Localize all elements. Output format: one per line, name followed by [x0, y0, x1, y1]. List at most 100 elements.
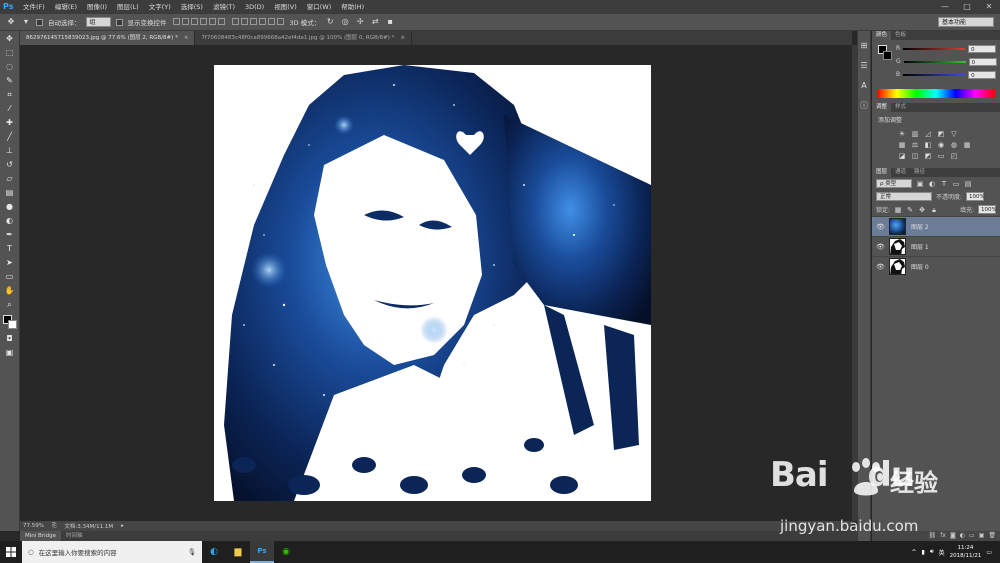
canvas-area[interactable]: [20, 45, 852, 521]
red-slider[interactable]: [903, 47, 966, 50]
microphone-icon[interactable]: 🎙︎: [188, 548, 196, 556]
document-canvas[interactable]: [214, 65, 651, 501]
menu-select[interactable]: 选择(S): [176, 0, 208, 14]
tab-layers[interactable]: 图层: [872, 168, 892, 177]
green-slider[interactable]: [903, 60, 966, 63]
tab-paths[interactable]: 路径: [910, 168, 929, 177]
menu-window[interactable]: 窗口(W): [302, 0, 337, 14]
status-menu-arrow-icon[interactable]: ▸: [121, 523, 124, 529]
volume-icon[interactable]: 🔊︎: [930, 548, 934, 556]
brightness-icon[interactable]: ☀: [898, 130, 906, 138]
blend-mode-dropdown[interactable]: 正常: [876, 192, 932, 201]
align-hcenter-icon[interactable]: [208, 17, 216, 25]
menu-file[interactable]: 文件(F): [18, 0, 50, 14]
layer-row[interactable]: 👁︎ 图层 1: [872, 236, 1000, 256]
wechat-icon[interactable]: ◉: [274, 541, 298, 563]
crop-tool-icon[interactable]: ⌗: [3, 89, 17, 101]
history-icon[interactable]: ⊞: [859, 41, 869, 51]
gradient-map-icon[interactable]: ▭: [937, 152, 945, 160]
distribute-top-icon[interactable]: [231, 17, 239, 25]
type-tool-icon[interactable]: T: [3, 243, 17, 255]
3d-scale-icon[interactable]: ▪: [385, 17, 395, 27]
black-white-icon[interactable]: ◧: [924, 141, 932, 149]
fx-icon[interactable]: fx: [940, 531, 946, 541]
channel-mixer-icon[interactable]: ◍: [950, 141, 958, 149]
auto-select-dropdown[interactable]: 组: [85, 17, 111, 27]
zoom-level[interactable]: 77.59%: [23, 523, 44, 529]
chevron-down-icon[interactable]: ▾: [21, 17, 31, 27]
filter-smart-icon[interactable]: ▤: [964, 180, 972, 188]
doc-tab-active[interactable]: 862976145715839023.jpg @ 77.6% (图层 2, RG…: [20, 31, 196, 45]
curves-icon[interactable]: ◿: [924, 130, 932, 138]
clock[interactable]: 11:24 2018/11/21: [950, 544, 982, 560]
auto-select-checkbox[interactable]: [36, 18, 43, 26]
eyedropper-tool-icon[interactable]: ⁄: [3, 103, 17, 115]
menu-3d[interactable]: 3D(D): [240, 0, 269, 14]
layer-filter-dropdown[interactable]: ρ 类型: [876, 179, 912, 188]
workspace-dropdown[interactable]: 基本功能: [938, 17, 994, 27]
minimize-button[interactable]: —: [934, 0, 956, 14]
tab-timeline[interactable]: 时间轴: [61, 531, 88, 541]
red-value-input[interactable]: 0: [968, 44, 997, 53]
brush-tool-icon[interactable]: ╱: [3, 131, 17, 143]
background-color-swatch[interactable]: [7, 320, 17, 329]
group-icon[interactable]: ▭: [969, 531, 975, 541]
distribute-right-icon[interactable]: [276, 17, 284, 25]
menu-help[interactable]: 帮助(H): [336, 0, 369, 14]
color-lookup-icon[interactable]: ▦: [963, 141, 971, 149]
zoom-tool-icon[interactable]: ⌕: [3, 299, 17, 311]
history-brush-tool-icon[interactable]: ↺: [3, 159, 17, 171]
layer-row[interactable]: 👁︎ 图层 2: [872, 216, 1000, 236]
close-icon[interactable]: ×: [184, 35, 189, 41]
info-icon[interactable]: ⓘ: [859, 101, 869, 111]
tab-mini-bridge[interactable]: Mini Bridge: [20, 531, 61, 541]
pen-tool-icon[interactable]: ✒: [3, 229, 17, 241]
screen-mode-icon[interactable]: ▣: [3, 347, 17, 359]
link-layers-icon[interactable]: ⛓: [929, 531, 937, 541]
close-icon[interactable]: ×: [400, 35, 405, 41]
align-bottom-icon[interactable]: [190, 17, 198, 25]
3d-slide-icon[interactable]: ⇄: [370, 17, 380, 27]
invert-icon[interactable]: ◪: [898, 152, 906, 160]
properties-icon[interactable]: ☰: [859, 61, 869, 71]
taskbar-search[interactable]: ○ 在这里输入你要搜索的内容 🎙︎: [22, 541, 202, 563]
file-explorer-icon[interactable]: ▆: [226, 541, 250, 563]
marquee-tool-icon[interactable]: ⬚: [3, 47, 17, 59]
start-button[interactable]: [0, 541, 22, 563]
fill-input[interactable]: 100%: [978, 205, 997, 214]
blue-slider[interactable]: [903, 73, 966, 76]
tab-color[interactable]: 颜色: [872, 31, 892, 40]
blur-tool-icon[interactable]: ●: [3, 201, 17, 213]
healing-brush-tool-icon[interactable]: ✚: [3, 117, 17, 129]
eraser-tool-icon[interactable]: ▱: [3, 173, 17, 185]
path-select-tool-icon[interactable]: ➤: [3, 257, 17, 269]
threshold-icon[interactable]: ◩: [924, 152, 932, 160]
align-left-icon[interactable]: [199, 17, 207, 25]
close-button[interactable]: ✕: [978, 0, 1000, 14]
visibility-eye-icon[interactable]: 👁︎: [876, 223, 885, 231]
ime-indicator[interactable]: 英: [939, 548, 945, 557]
color-spectrum[interactable]: [877, 89, 995, 98]
move-tool-icon[interactable]: ✥: [3, 33, 17, 45]
green-value-input[interactable]: 0: [968, 57, 997, 66]
doc-tab[interactable]: 7f70608483c48f0ca899668a42ef4da1.jpg @ 1…: [195, 31, 412, 45]
align-right-icon[interactable]: [217, 17, 225, 25]
filter-shape-icon[interactable]: ▭: [952, 180, 960, 188]
chevron-up-icon[interactable]: ^: [911, 549, 916, 556]
tab-adjustments[interactable]: 调整: [872, 103, 892, 112]
hand-tool-icon[interactable]: ✋: [3, 285, 17, 297]
exposure-icon[interactable]: ◩: [937, 130, 945, 138]
photoshop-taskbar-icon[interactable]: Ps: [250, 541, 274, 563]
character-icon[interactable]: A: [859, 81, 869, 91]
visibility-eye-icon[interactable]: 👁︎: [876, 263, 885, 271]
trash-icon[interactable]: 🗑︎: [988, 531, 996, 541]
menu-image[interactable]: 图像(I): [82, 0, 112, 14]
menu-filter[interactable]: 滤镜(T): [208, 0, 240, 14]
network-icon[interactable]: ▮: [922, 549, 925, 556]
posterize-icon[interactable]: ◫: [911, 152, 919, 160]
adjustment-layer-icon[interactable]: ◐: [960, 531, 965, 541]
menu-view[interactable]: 视图(V): [269, 0, 302, 14]
lock-pixels-icon[interactable]: ✎: [906, 206, 914, 214]
opacity-input[interactable]: 100%: [966, 192, 985, 201]
clone-stamp-tool-icon[interactable]: ⊥: [3, 145, 17, 157]
